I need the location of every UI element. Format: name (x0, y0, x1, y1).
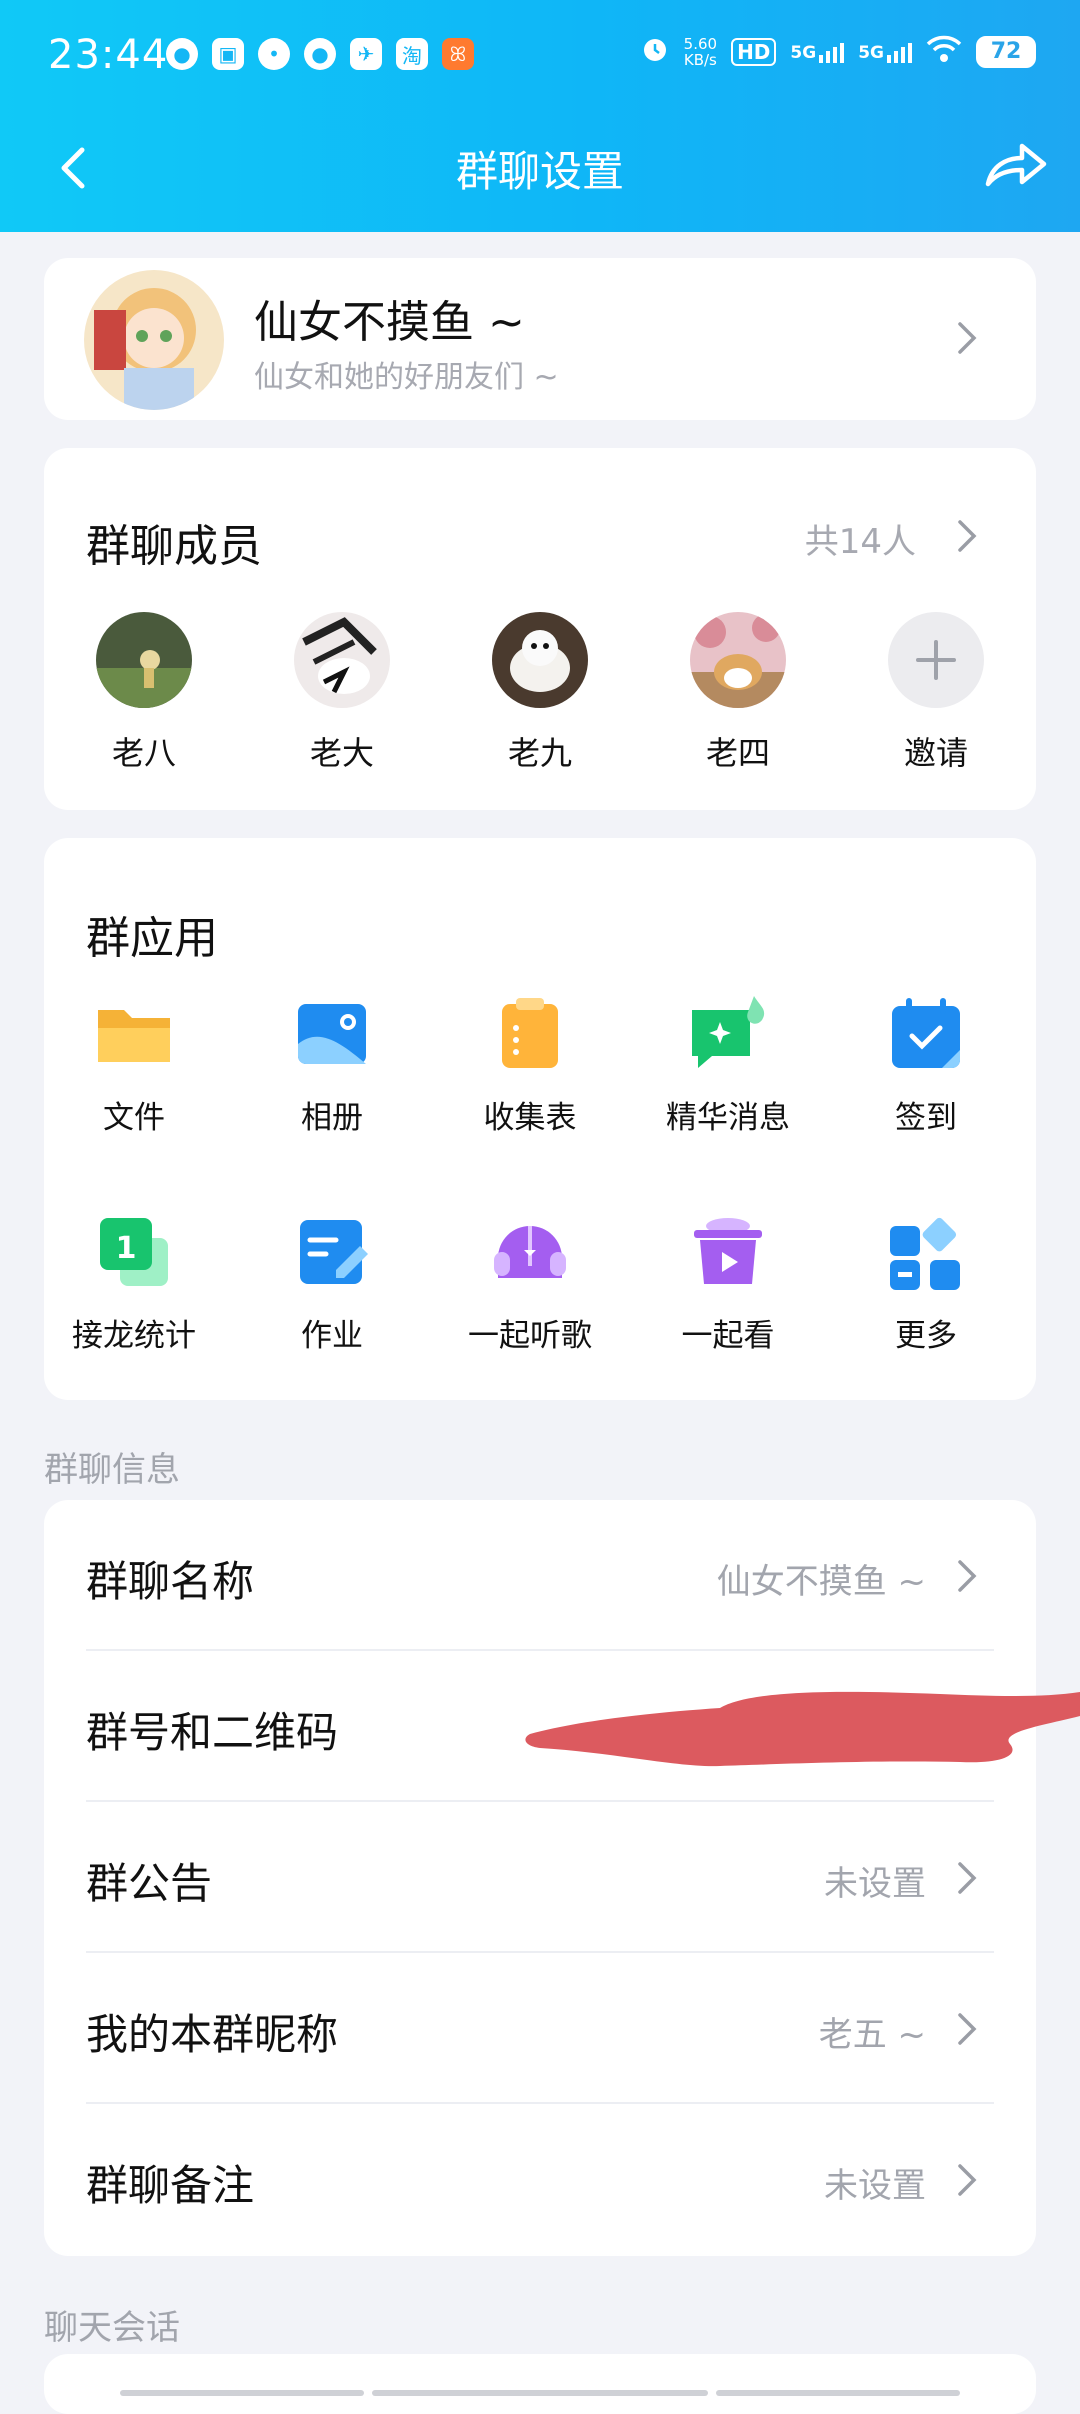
row-group-announcement[interactable]: 群公告 未设置 (44, 1802, 1036, 1953)
avatar (96, 612, 192, 708)
app-item-files[interactable]: 文件 (44, 994, 224, 1137)
avatar (690, 612, 786, 708)
app-item-watch-together[interactable]: 一起看 (638, 1212, 818, 1355)
svg-text:1: 1 (116, 1231, 137, 1266)
folder-icon (94, 994, 174, 1074)
notification-icons: ● ▣ • ● ✈ 淘 ꕤ (166, 38, 474, 70)
app-item-homework[interactable]: 作业 (242, 1212, 422, 1355)
group-info-card: 群聊名称 仙女不摸鱼 ~ 群号和二维码 群公告 未设置 我的本群昵称 老五 ~ … (44, 1500, 1036, 2256)
redaction-mark (520, 1672, 1080, 1782)
app-notification-icon: ꕤ (442, 38, 474, 70)
net-speed: 5.60 KB/s (683, 34, 718, 69)
app-item-relay-stats[interactable]: 1 接龙统计 (44, 1212, 224, 1355)
member-item[interactable]: 老大 (294, 612, 390, 774)
row-my-nickname[interactable]: 我的本群昵称 老五 ~ (44, 1953, 1036, 2104)
member-name: 老四 (705, 734, 770, 772)
share-arrow-icon (985, 143, 1047, 187)
app-notification-icon: ● (304, 38, 336, 70)
chevron-right-icon (956, 2162, 978, 2198)
signal-icon: 5G (790, 41, 845, 63)
status-bar: 23:44 ● ▣ • ● ✈ 淘 ꕤ 5.60 KB/s HD 5G 5G 7… (0, 28, 1080, 88)
alarm-icon (640, 34, 670, 69)
app-notification-icon: ▣ (212, 38, 244, 70)
group-members-card: 群聊成员 共14人 老八 老大 老九 老四 邀请 (44, 448, 1036, 810)
album-icon (292, 994, 372, 1074)
hd-badge: HD (731, 37, 777, 66)
clipboard-icon (490, 994, 570, 1074)
page-title: 群聊设置 (455, 147, 624, 196)
apps-grid: 文件 相册 收集表 精华消息 签到 1 接龙统计 作业 一起听歌 一起看 更多 (44, 838, 1036, 1400)
app-item-listen-together[interactable]: 一起听歌 (440, 1212, 620, 1355)
app-notification-icon: ✈ (350, 38, 382, 70)
group-profile-card[interactable]: 仙女不摸鱼 ~ 仙女和她的好朋友们 ~ (44, 258, 1036, 420)
row-group-remark[interactable]: 群聊备注 未设置 (44, 2104, 1036, 2255)
placeholder-lines (120, 2390, 960, 2396)
more-apps-icon (886, 1212, 966, 1292)
relay-stats-icon: 1 (94, 1212, 174, 1292)
group-description: 仙女和她的好朋友们 ~ (254, 360, 559, 395)
status-right: 5.60 KB/s HD 5G 5G 72 (640, 34, 1036, 69)
signal-icon: 5G (858, 41, 912, 63)
status-time: 23:44 (48, 32, 169, 78)
chat-session-card (44, 2354, 1036, 2414)
member-count[interactable]: 共14人 (805, 514, 916, 563)
member-item[interactable]: 老八 (96, 612, 192, 774)
invite-button[interactable]: 邀请 (888, 612, 984, 774)
header: 23:44 ● ▣ • ● ✈ 淘 ꕤ 5.60 KB/s HD 5G 5G 7… (0, 0, 1080, 232)
chevron-right-icon (956, 2011, 978, 2047)
member-item[interactable]: 老九 (492, 612, 588, 774)
app-item-highlights[interactable]: 精华消息 (638, 994, 818, 1137)
chevron-right-icon (956, 1860, 978, 1896)
message-bubble-icon: • (258, 38, 290, 70)
member-name: 老八 (111, 734, 176, 772)
row-group-name[interactable]: 群聊名称 仙女不摸鱼 ~ (44, 1500, 1036, 1651)
chevron-right-icon[interactable] (956, 518, 978, 554)
plus-icon (888, 612, 984, 708)
avatar (492, 612, 588, 708)
chevron-right-icon (956, 320, 978, 356)
wifi-icon (926, 34, 962, 69)
invite-label: 邀请 (903, 734, 968, 772)
taobao-icon: 淘 (396, 38, 428, 70)
group-avatar (84, 270, 224, 410)
nav-bar: 群聊设置 (0, 120, 1080, 212)
app-item-checkin[interactable]: 签到 (836, 994, 1016, 1137)
listen-together-icon (490, 1212, 570, 1292)
app-item-album[interactable]: 相册 (242, 994, 422, 1137)
avatar (294, 612, 390, 708)
app-item-more[interactable]: 更多 (836, 1212, 1016, 1355)
calendar-checkin-icon (886, 994, 966, 1074)
member-name: 老九 (507, 734, 572, 772)
members-title: 群聊成员 (86, 521, 262, 572)
battery-indicator: 72 (976, 35, 1036, 68)
chevron-right-icon (956, 1558, 978, 1594)
watch-together-icon (688, 1212, 768, 1292)
app-item-collect-form[interactable]: 收集表 (440, 994, 620, 1137)
app-notification-icon: ● (166, 38, 198, 70)
highlight-message-icon (688, 994, 768, 1074)
member-name: 老大 (309, 734, 374, 772)
member-item[interactable]: 老四 (690, 612, 786, 774)
homework-icon (292, 1212, 372, 1292)
group-info-section-label: 群聊信息 (44, 1450, 180, 1490)
chat-section-label: 聊天会话 (44, 2308, 180, 2348)
group-name: 仙女不摸鱼 ~ (254, 297, 525, 348)
share-button[interactable] (980, 136, 1050, 196)
